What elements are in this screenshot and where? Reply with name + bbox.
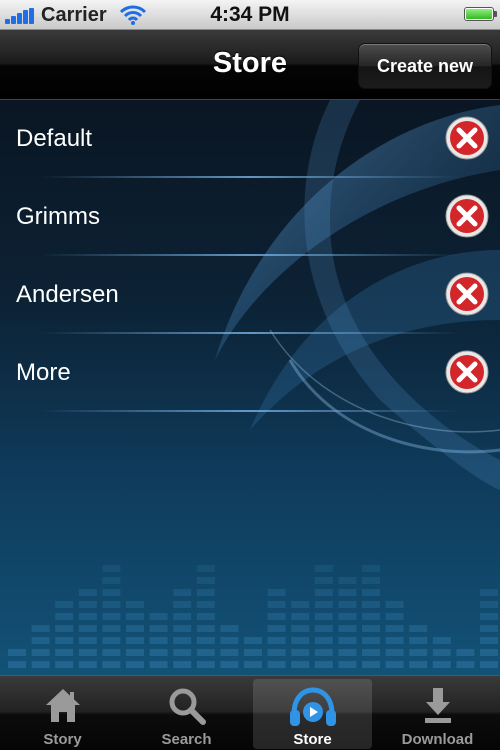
- tab-bar: Story Search Store Download: [0, 675, 500, 750]
- tab-story[interactable]: Story: [3, 679, 122, 749]
- delete-icon[interactable]: [445, 272, 489, 316]
- list-item[interactable]: Grimms: [0, 178, 500, 256]
- delete-icon[interactable]: [445, 116, 489, 160]
- tab-label: Story: [43, 731, 82, 748]
- battery-icon: [464, 7, 497, 21]
- delete-icon[interactable]: [445, 350, 489, 394]
- status-time: 4:34 PM: [210, 3, 290, 26]
- status-bar: Carrier 4:34 PM: [0, 0, 500, 30]
- tab-label: Store: [293, 731, 332, 748]
- tab-search[interactable]: Search: [127, 679, 246, 749]
- store-name: Andersen: [16, 281, 119, 308]
- store-list-area: Default Grimms Andersen More: [0, 100, 500, 675]
- headphones-icon: [289, 687, 336, 726]
- list-item[interactable]: Andersen: [0, 256, 500, 334]
- list-item[interactable]: Default: [0, 100, 500, 178]
- tab-label: Search: [161, 731, 212, 748]
- store-name: Grimms: [16, 203, 100, 230]
- search-icon: [169, 688, 206, 725]
- create-new-button[interactable]: Create new: [358, 43, 492, 89]
- store-name: More: [16, 359, 71, 386]
- store-name: Default: [16, 125, 93, 152]
- delete-icon[interactable]: [445, 194, 489, 238]
- list-item[interactable]: More: [0, 334, 500, 412]
- tab-label: Download: [401, 731, 474, 748]
- tab-download[interactable]: Download: [378, 679, 497, 749]
- home-icon: [45, 689, 80, 722]
- tab-store[interactable]: Store: [253, 679, 372, 749]
- download-icon: [424, 688, 451, 723]
- navigation-bar: Store Create new: [0, 30, 500, 100]
